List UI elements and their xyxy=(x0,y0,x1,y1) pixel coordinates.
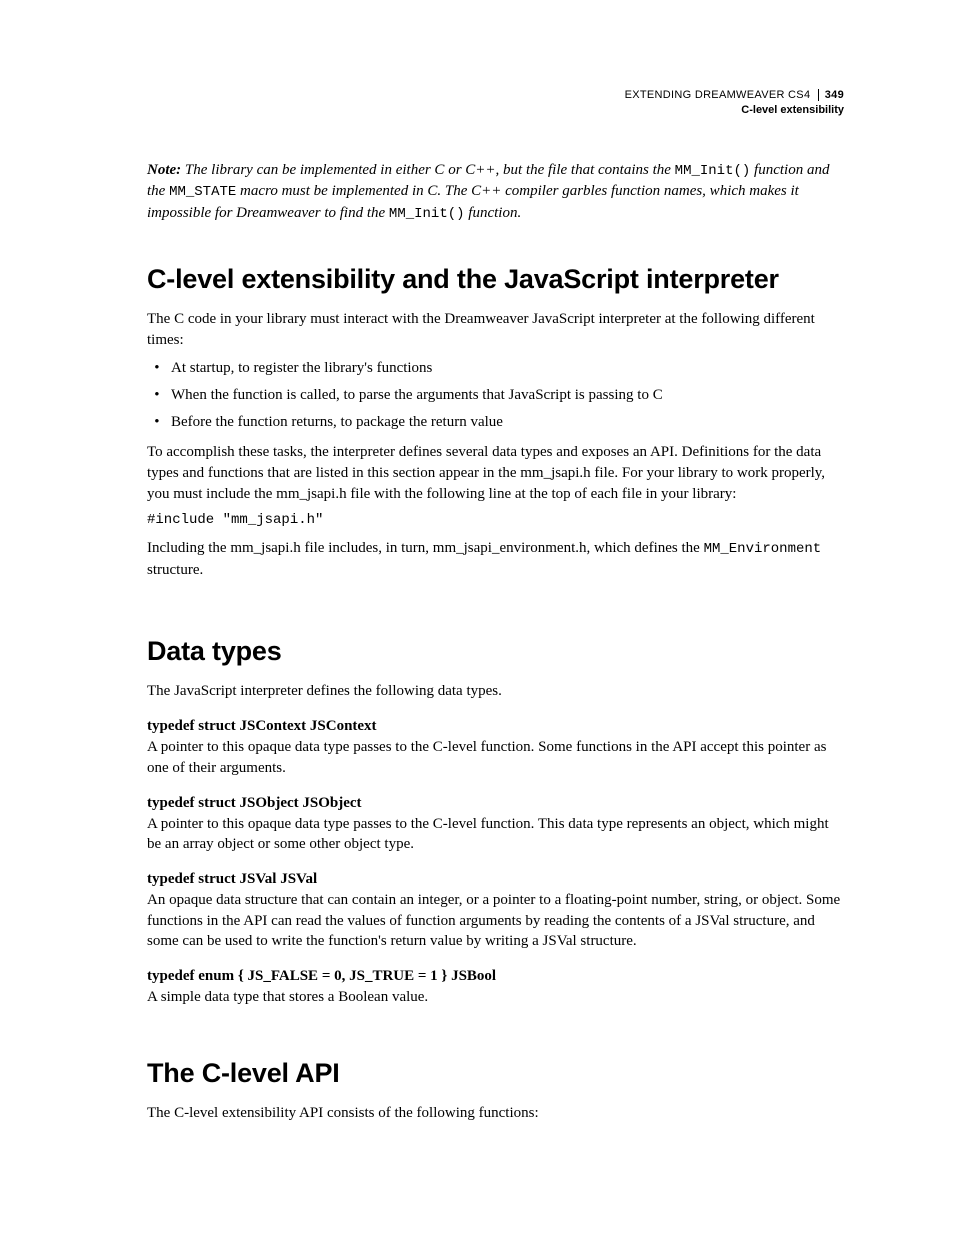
note-paragraph: Note: The library can be implemented in … xyxy=(147,160,844,224)
note-label: Note: xyxy=(147,162,181,178)
section1-para3-b: structure. xyxy=(147,562,203,578)
section1-intro: The C code in your library must interact… xyxy=(147,309,844,350)
include-code: #include "mm_jsapi.h" xyxy=(147,512,844,528)
header-line-1: EXTENDING DREAMWEAVER CS4 349 xyxy=(625,88,844,103)
list-item: Before the function returns, to package … xyxy=(167,412,844,433)
list-item: At startup, to register the library's fu… xyxy=(167,358,844,379)
section1-para3: Including the mm_jsapi.h file includes, … xyxy=(147,538,844,580)
section1-para3-a: Including the mm_jsapi.h file includes, … xyxy=(147,540,704,556)
note-text-d: function. xyxy=(465,205,522,221)
page-number: 349 xyxy=(818,89,844,101)
typedef-body: A pointer to this opaque data type passe… xyxy=(147,814,844,855)
typedef-subhead: typedef struct JSObject JSObject xyxy=(147,795,844,812)
doc-title: EXTENDING DREAMWEAVER CS4 xyxy=(625,89,811,101)
header-section: C-level extensibility xyxy=(625,103,844,118)
typedef-body: An opaque data structure that can contai… xyxy=(147,890,844,952)
content: Note: The library can be implemented in … xyxy=(147,160,844,1123)
section3-intro: The C-level extensibility API consists o… xyxy=(147,1103,844,1124)
section1-bullet-list: At startup, to register the library's fu… xyxy=(147,358,844,432)
section2-intro: The JavaScript interpreter defines the f… xyxy=(147,681,844,702)
section1-para2: To accomplish these tasks, the interpret… xyxy=(147,442,844,504)
note-code-a: MM_Init() xyxy=(675,163,751,179)
typedef-subhead: typedef struct JSContext JSContext xyxy=(147,718,844,735)
heading-c-level-api: The C-level API xyxy=(147,1058,844,1089)
heading-c-level-js: C-level extensibility and the JavaScript… xyxy=(147,264,844,295)
typedef-subhead: typedef enum { JS_FALSE = 0, JS_TRUE = 1… xyxy=(147,968,844,985)
heading-data-types: Data types xyxy=(147,636,844,667)
list-item: When the function is called, to parse th… xyxy=(167,385,844,406)
page-header: EXTENDING DREAMWEAVER CS4 349 C-level ex… xyxy=(625,88,844,119)
note-text-a: The library can be implemented in either… xyxy=(181,162,675,178)
typedef-subhead: typedef struct JSVal JSVal xyxy=(147,871,844,888)
section1-para3-code: MM_Environment xyxy=(704,541,822,557)
note-code-c: MM_Init() xyxy=(389,206,465,222)
page: EXTENDING DREAMWEAVER CS4 349 C-level ex… xyxy=(0,0,954,1235)
typedef-body: A simple data type that stores a Boolean… xyxy=(147,987,844,1008)
note-code-b: MM_STATE xyxy=(169,184,236,200)
typedef-body: A pointer to this opaque data type passe… xyxy=(147,737,844,778)
